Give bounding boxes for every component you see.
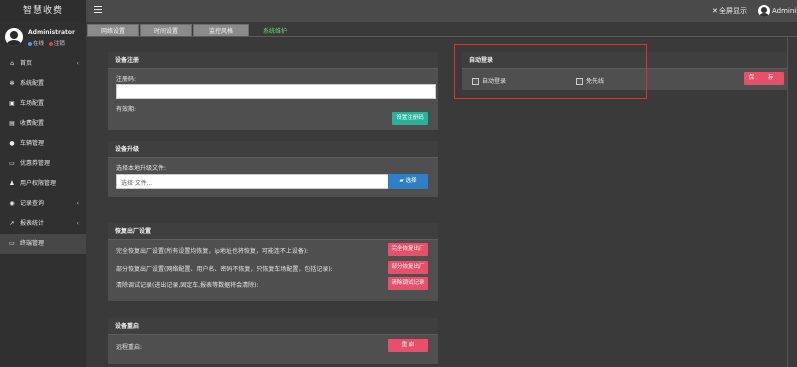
sidebar-item-label: 终端管理 <box>20 240 45 247</box>
tab-divider <box>86 36 797 37</box>
factory-reset-title: 恢复出厂设置 <box>108 223 438 240</box>
register-code-label: 注册码: <box>116 76 137 83</box>
register-code-input[interactable] <box>116 84 436 99</box>
validity-label: 有效期: <box>116 106 137 113</box>
user-menu[interactable]: Adminis <box>758 5 797 17</box>
restart-button[interactable]: 重 启 <box>388 339 428 352</box>
full-reset-text: 完全恢复出厂设置(所有设置均恢复，ip地址也将恢复，可能连不上设备): <box>116 248 309 255</box>
restart-panel: 设备重启 远程重启: 重 启 <box>108 318 438 364</box>
browse-file-button[interactable]: ▰ 选择 <box>388 174 428 189</box>
highlight-box <box>454 44 647 99</box>
file-placeholder: 选择 文件... <box>121 180 153 187</box>
register-panel: 设备注册 注册码: 有效期: 设置注册码 <box>108 52 438 130</box>
restart-title: 设备重启 <box>108 318 438 335</box>
sidebar-user-panel: Administrator 在线 注销 <box>0 22 86 54</box>
upgrade-title: 设备升级 <box>108 141 438 158</box>
user-top-name: Adminis <box>772 7 797 15</box>
clear-debug-text: 清除调试记录(进出记录,固定车,报表等数据将会清除): <box>116 282 259 289</box>
top-bar: 智慧收费 ✕全屏显示 Adminis <box>0 0 797 22</box>
chevron-left-icon: ‹ <box>76 220 79 227</box>
upgrade-file-label: 选择本地升级文件: <box>116 165 167 172</box>
sidebar-item-vehicles[interactable]: ● 车辆管理 <box>0 134 86 154</box>
app-brand[interactable]: 智慧收费 <box>0 0 86 22</box>
users-icon: ♟ <box>9 180 15 187</box>
sidebar-item-label: 系统配置 <box>20 80 45 87</box>
sidebar-item-label: 优惠券管理 <box>20 160 51 167</box>
sidebar-nav: ⌂ 首页 ‹ ✻ 系统配置 ▣ 车场配置 ▤ 收费配置 ● 车辆管理 ▭ 优惠券管理 ♟ 用户权… <box>0 54 86 254</box>
avatar <box>5 28 23 46</box>
logout-link[interactable]: 注销 <box>54 41 65 47</box>
sidebar-item-records[interactable]: ◉ 记录查询 ‹ <box>0 194 86 214</box>
sidebar-item-label: 首页 <box>20 60 33 67</box>
sidebar-item-user-permissions[interactable]: ♟ 用户权限管理 <box>0 174 86 194</box>
set-register-code-button[interactable]: 设置注册码 <box>392 112 428 125</box>
online-dot-icon <box>28 41 32 46</box>
settings-tabs: 网络设置 时间设置 监控风格 系统维护 <box>86 22 797 37</box>
sidebar-item-terminal[interactable]: ▭ 终端管理 <box>0 234 86 254</box>
parking-icon: ▣ <box>9 100 15 107</box>
chevron-left-icon: ‹ <box>76 60 79 67</box>
partial-reset-button[interactable]: 部分恢复出厂 <box>388 261 428 274</box>
sidebar-item-reports[interactable]: ↗ 报表统计 ‹ <box>0 214 86 234</box>
factory-reset-panel: 恢复出厂设置 完全恢复出厂设置(所有设置均恢复，ip地址也将恢复，可能连不上设备… <box>108 223 438 301</box>
avatar <box>758 5 770 17</box>
scrollbar[interactable] <box>787 37 797 367</box>
sidebar-item-home[interactable]: ⌂ 首页 ‹ <box>0 54 86 74</box>
full-reset-button[interactable]: 完全恢复出厂 <box>388 243 428 256</box>
sidebar-item-label: 车场配置 <box>20 100 45 107</box>
logout-dot-icon <box>48 41 53 46</box>
sidebar-item-label: 记录查询 <box>20 200 45 207</box>
sidebar-item-fee-config[interactable]: ▤ 收费配置 <box>0 114 86 134</box>
status-online: 在线 <box>33 41 45 47</box>
save-button[interactable]: 保 存 <box>744 72 784 85</box>
partial-reset-text: 部分恢复出厂设置(网络配置、用户名、密码不恢复，只恢复车场配置，包括记录): <box>116 266 333 273</box>
money-icon: ▤ <box>9 120 15 127</box>
monitor-icon: ▭ <box>9 240 15 247</box>
clear-debug-button[interactable]: 清除调试记录 <box>388 277 428 290</box>
file-path-input[interactable]: 选择 文件... <box>116 174 396 189</box>
sidebar-item-system-config[interactable]: ✻ 系统配置 <box>0 74 86 94</box>
home-icon: ⌂ <box>10 60 14 67</box>
expand-icon: ✕ <box>712 7 718 15</box>
menu-toggle-icon[interactable] <box>94 6 102 14</box>
coupon-icon: ▭ <box>9 160 15 167</box>
fullscreen-label: 全屏显示 <box>719 7 747 15</box>
chart-icon: ↗ <box>9 220 15 227</box>
sidebar-user-name: Administrator <box>28 29 75 36</box>
sidebar-item-label: 报表统计 <box>20 220 45 227</box>
gear-icon: ✻ <box>9 80 15 87</box>
sidebar-item-label: 用户权限管理 <box>20 180 57 187</box>
sidebar-item-label: 车辆管理 <box>20 140 45 147</box>
chevron-left-icon: ‹ <box>76 200 79 207</box>
register-title: 设备注册 <box>108 52 438 69</box>
sidebar-item-parking-config[interactable]: ▣ 车场配置 <box>0 94 86 114</box>
browse-label: 选择 <box>405 178 417 184</box>
search-icon: ◉ <box>9 200 15 207</box>
remote-restart-label: 远程重启: <box>116 344 143 351</box>
fullscreen-button[interactable]: ✕全屏显示 <box>712 6 747 16</box>
upgrade-panel: 设备升级 选择本地升级文件: 选择 文件... ▰ 选择 <box>108 141 438 197</box>
sidebar-item-label: 收费配置 <box>20 120 45 127</box>
sidebar: Administrator 在线 注销 ⌂ 首页 ‹ ✻ 系统配置 ▣ 车场配置 ▤ 收费… <box>0 22 86 367</box>
car-icon: ● <box>9 140 15 147</box>
sidebar-user-status: 在线 注销 <box>28 39 65 47</box>
sidebar-item-coupons[interactable]: ▭ 优惠券管理 <box>0 154 86 174</box>
